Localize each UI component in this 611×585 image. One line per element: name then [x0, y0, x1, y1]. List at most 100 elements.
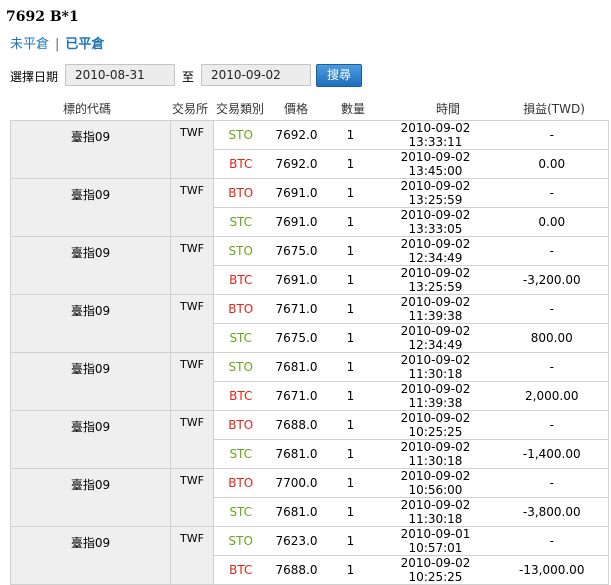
- header-type: 交易類別: [215, 102, 264, 116]
- profit-loss-cell: -: [495, 410, 609, 440]
- trade-type-cell: BTO: [213, 294, 268, 324]
- exchange-cell: TWF: [170, 526, 214, 585]
- quantity-cell: 1: [325, 323, 376, 353]
- header-exchange: 交易所: [171, 102, 208, 116]
- search-button[interactable]: 搜尋: [316, 64, 362, 87]
- time-cell: 2010-09-02 10:56:00: [375, 468, 496, 498]
- profit-loss-cell: 800.00: [495, 323, 609, 353]
- end-date-field[interactable]: 2010-09-02: [201, 64, 311, 86]
- price-cell: 7671.0: [267, 294, 326, 324]
- header-price: 價格: [283, 102, 308, 116]
- quantity-cell: 1: [325, 207, 376, 237]
- price-cell: 7691.0: [267, 207, 326, 237]
- exchange-cell: TWF: [170, 120, 214, 179]
- price-cell: 7691.0: [267, 178, 326, 208]
- table-row: 臺指09 TWF STO 7681.0 1 2010-09-02 11:30:18-: [10, 352, 609, 411]
- time-cell: 2010-09-02 13:25:59: [375, 178, 496, 208]
- trade-type-cell: STO: [213, 236, 268, 266]
- price-cell: 7681.0: [267, 439, 326, 469]
- time-cell: 2010-09-02 10:25:25: [375, 410, 496, 440]
- profit-loss-cell: 2,000.00: [495, 381, 609, 411]
- trade-type-cell: STO: [213, 352, 268, 382]
- time-cell: 2010-09-02 13:25:59: [375, 265, 496, 295]
- page-title: 7692 B*1: [6, 9, 79, 25]
- quantity-cell: 1: [325, 555, 376, 585]
- trade-type-cell: STC: [213, 207, 268, 237]
- quantity-cell: 1: [325, 526, 376, 556]
- symbol-cell: 臺指09: [10, 294, 171, 353]
- quantity-cell: 1: [325, 120, 376, 150]
- price-cell: 7675.0: [267, 323, 326, 353]
- trade-type-cell: BTO: [213, 410, 268, 440]
- trade-type-cell: BTC: [213, 149, 268, 179]
- price-cell: 7681.0: [267, 352, 326, 382]
- trade-type-cell: BTC: [213, 381, 268, 411]
- quantity-cell: 1: [325, 178, 376, 208]
- quantity-cell: 1: [325, 265, 376, 295]
- position-tabs: 未平倉 | 已平倉: [10, 33, 104, 52]
- start-date-field[interactable]: 2010-08-31: [65, 64, 175, 86]
- table-row: 臺指09 TWF BTO 7671.0 1 2010-09-02 11:39:38-: [10, 294, 609, 353]
- time-cell: 2010-09-01 10:57:01: [375, 526, 496, 556]
- quantity-cell: 1: [325, 497, 376, 527]
- trade-type-cell: BTO: [213, 178, 268, 208]
- price-cell: 7700.0: [267, 468, 326, 498]
- price-cell: 7691.0: [267, 265, 326, 295]
- quantity-cell: 1: [325, 149, 376, 179]
- price-cell: 7692.0: [267, 149, 326, 179]
- exchange-cell: TWF: [170, 410, 214, 469]
- quantity-cell: 1: [325, 468, 376, 498]
- exchange-cell: TWF: [170, 294, 214, 353]
- symbol-cell: 臺指09: [10, 120, 171, 179]
- price-cell: 7675.0: [267, 236, 326, 266]
- time-cell: 2010-09-02 13:45:00: [375, 149, 496, 179]
- price-cell: 7671.0: [267, 381, 326, 411]
- trade-type-cell: STO: [213, 120, 268, 150]
- time-cell: 2010-09-02 12:34:49: [375, 323, 496, 353]
- profit-loss-cell: -: [495, 294, 609, 324]
- trade-type-cell: BTC: [213, 265, 268, 295]
- exchange-cell: TWF: [170, 352, 214, 411]
- quantity-cell: 1: [325, 294, 376, 324]
- profit-loss-cell: -3,200.00: [495, 265, 609, 295]
- table-header: 標的代碼 交易所 交易類別 價格 數量 時間 損益(TWD): [0, 99, 611, 117]
- price-cell: 7692.0: [267, 120, 326, 150]
- date-label: 選擇日期: [10, 70, 59, 84]
- time-cell: 2010-09-02 11:30:18: [375, 439, 496, 469]
- time-cell: 2010-09-02 13:33:11: [375, 120, 496, 150]
- tab-divider: |: [55, 37, 60, 52]
- price-cell: 7681.0: [267, 497, 326, 527]
- trade-type-cell: BTC: [213, 555, 268, 585]
- exchange-cell: TWF: [170, 468, 214, 527]
- profit-loss-cell: 0.00: [495, 149, 609, 179]
- table-row: 臺指09 TWF BTO 7700.0 1 2010-09-02 10:56:00-: [10, 468, 609, 527]
- tab-open-positions[interactable]: 未平倉: [10, 37, 49, 52]
- time-cell: 2010-09-02 11:30:18: [375, 352, 496, 382]
- profit-loss-cell: -: [495, 526, 609, 556]
- price-cell: 7623.0: [267, 526, 326, 556]
- trade-type-cell: STO: [213, 526, 268, 556]
- symbol-cell: 臺指09: [10, 178, 171, 237]
- trade-type-cell: STC: [213, 497, 268, 527]
- trade-type-cell: STC: [213, 439, 268, 469]
- table-row: 臺指09 TWF STO 7675.0 1 2010-09-02 12:34:49-: [10, 236, 609, 295]
- symbol-cell: 臺指09: [10, 410, 171, 469]
- table-row: 臺指09 TWF BTO 7688.0 1 2010-09-02 10:25:25-: [10, 410, 609, 469]
- time-cell: 2010-09-02 10:25:25: [375, 555, 496, 585]
- quantity-cell: 1: [325, 410, 376, 440]
- header-profit-loss: 損益(TWD): [523, 102, 585, 116]
- profit-loss-cell: -1,400.00: [495, 439, 609, 469]
- header-quantity: 數量: [340, 102, 365, 116]
- quantity-cell: 1: [325, 236, 376, 266]
- trade-type-cell: BTO: [213, 468, 268, 498]
- profit-loss-cell: -: [495, 120, 609, 150]
- table-row: 臺指09 TWF STO 7692.0 1 2010-09-02 13:33:11-: [10, 120, 609, 179]
- profit-loss-cell: -: [495, 178, 609, 208]
- time-cell: 2010-09-02 11:30:18: [375, 497, 496, 527]
- exchange-cell: TWF: [170, 236, 214, 295]
- profit-loss-cell: 0.00: [495, 207, 609, 237]
- quantity-cell: 1: [325, 439, 376, 469]
- symbol-cell: 臺指09: [10, 352, 171, 411]
- tab-closed-positions[interactable]: 已平倉: [65, 37, 104, 52]
- exchange-cell: TWF: [170, 178, 214, 237]
